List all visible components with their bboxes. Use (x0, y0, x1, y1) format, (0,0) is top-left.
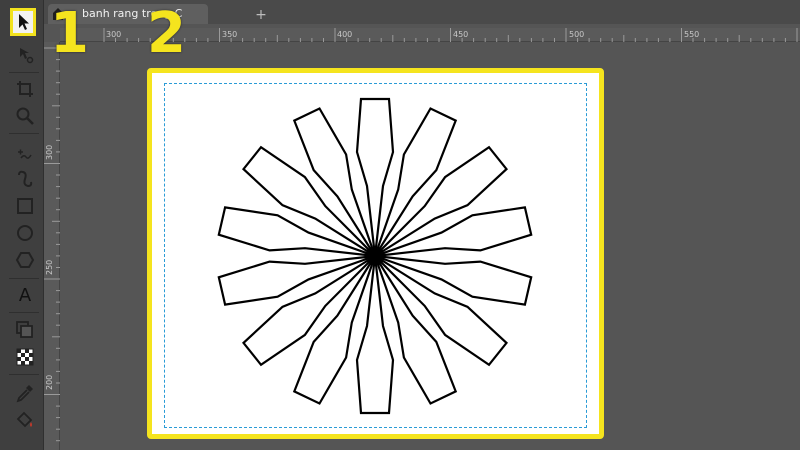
gear-petal (373, 107, 458, 257)
zoom-icon (16, 107, 34, 125)
text-tool-button[interactable]: A (12, 283, 38, 309)
vertical-ruler[interactable]: 300 250 200 (44, 42, 60, 450)
ruler-label: 250 (45, 259, 54, 275)
ruler-label: 500 (569, 30, 585, 39)
bezier-pen-icon (18, 170, 33, 188)
dropper-icon (16, 385, 33, 403)
layers-tool-button[interactable] (12, 317, 38, 343)
zoom-tool-button[interactable] (12, 103, 38, 129)
crop-tool-button[interactable] (12, 76, 38, 102)
ellipse-tool-button[interactable] (12, 220, 38, 246)
gear-petal (373, 255, 458, 405)
ruler-label: 550 (684, 30, 700, 39)
node-tool-button[interactable] (12, 42, 38, 68)
selector-tool-button[interactable] (10, 8, 36, 36)
polygon-icon (15, 252, 35, 268)
checker-pattern-icon (16, 348, 34, 366)
new-tab-button[interactable]: + (254, 8, 268, 22)
selector-arrow-icon (19, 14, 29, 30)
rectangle-tool-button[interactable] (12, 193, 38, 219)
paint-bucket-icon (16, 411, 33, 428)
measure-icon (18, 149, 32, 159)
paint-bucket-tool-button[interactable] (12, 407, 38, 433)
ruler-label: 300 (106, 30, 122, 39)
toolbox: A (0, 0, 44, 450)
node-tool-icon (20, 48, 34, 64)
annotation-step-2: 2 (147, 1, 186, 66)
ruler-label: 200 (45, 374, 54, 390)
measure-tool-button[interactable] (12, 139, 38, 165)
text-icon: A (18, 285, 32, 306)
gear-petal (355, 97, 395, 257)
pattern-tool-button[interactable] (12, 344, 38, 370)
gear-shape[interactable] (152, 73, 599, 434)
ruler-label: 400 (337, 30, 353, 39)
crop-icon (17, 81, 33, 97)
layers-icon (16, 321, 33, 338)
annotation-step-1: 1 (50, 1, 89, 66)
gear-petal (292, 255, 377, 405)
ruler-label: 350 (222, 30, 238, 39)
plus-icon: + (255, 7, 267, 23)
polygon-tool-button[interactable] (12, 247, 38, 273)
bezier-tool-button[interactable] (12, 166, 38, 192)
dropper-tool-button[interactable] (12, 380, 38, 406)
ruler-label: 300 (45, 144, 54, 160)
ruler-label: 450 (453, 30, 469, 39)
rectangle-icon (17, 198, 33, 214)
canvas-page[interactable] (147, 68, 604, 439)
app-window: A banh rang trong C + 300 350 400 450 50… (0, 0, 800, 450)
gear-petal (355, 255, 395, 415)
ellipse-icon (17, 225, 33, 241)
gear-petal (292, 107, 377, 257)
